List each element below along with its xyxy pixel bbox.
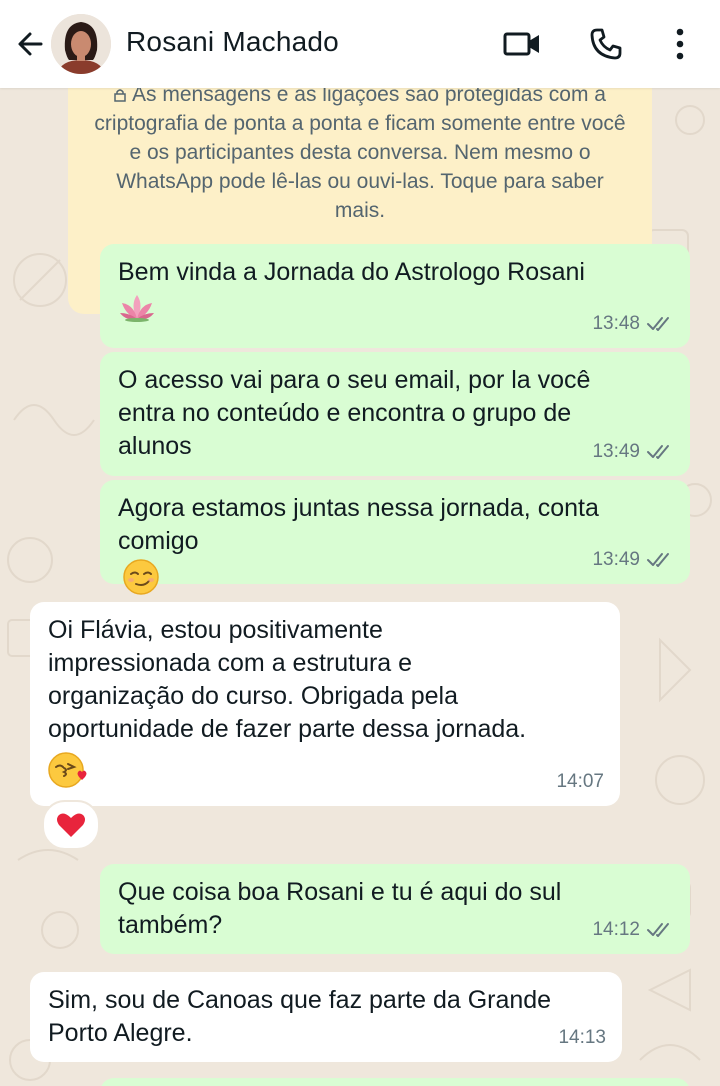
double-check-read-icon — [647, 552, 669, 567]
voice-call-button[interactable] — [584, 22, 628, 66]
message-meta: 13:49 — [592, 435, 674, 468]
message-time: 14:13 — [558, 1027, 606, 1048]
smirking-face-emoji — [123, 559, 159, 595]
lock-icon — [114, 89, 126, 102]
message-text: Bem vinda a Jornada do Astrologo Rosani — [118, 258, 585, 286]
incoming-message[interactable]: Oi Flávia, estou positivamente impressio… — [30, 602, 620, 806]
video-call-button[interactable] — [500, 22, 544, 66]
message-text: Agora estamos juntas nessa jornada, cont… — [118, 494, 599, 555]
message-meta: 14:12 — [592, 913, 674, 946]
chat-area: As mensagens e as ligações são protegida… — [0, 88, 720, 1086]
message-meta: 14:13 — [558, 1021, 606, 1054]
message-time: 14:07 — [556, 771, 604, 792]
more-vert-icon — [676, 28, 684, 60]
message-meta: 13:48 — [592, 307, 674, 340]
outgoing-message[interactable]: Agora estamos juntas nessa jornada, cont… — [100, 480, 690, 595]
message-time: 13:49 — [592, 549, 640, 570]
incoming-message[interactable]: Sim, sou de Canoas que faz parte da Gran… — [30, 972, 622, 1062]
message-text: Oi Flávia, estou positivamente impressio… — [48, 616, 527, 743]
video-camera-icon — [503, 32, 539, 56]
back-button[interactable] — [8, 22, 52, 66]
message-time: 13:49 — [592, 441, 640, 462]
message-time: 13:48 — [592, 313, 640, 334]
encryption-notice-text: As mensagens e as ligações são protegida… — [94, 88, 626, 222]
message-text: Que coisa boa Rosani e tu é aqui do sul … — [118, 878, 562, 939]
chat-header: Rosani Machado — [0, 0, 720, 88]
double-check-read-icon — [647, 922, 669, 937]
message-text: O acesso vai para o seu email, por la vo… — [118, 366, 591, 460]
message-reaction[interactable] — [42, 800, 100, 850]
phone-icon — [590, 28, 622, 60]
outgoing-message-partial[interactable] — [100, 1078, 690, 1086]
arrow-left-icon — [18, 32, 43, 56]
red-heart-icon — [57, 813, 85, 837]
message-text-wrap: Agora estamos juntas nessa jornada, cont… — [118, 492, 672, 597]
outgoing-message[interactable]: Bem vinda a Jornada do Astrologo Rosani … — [100, 244, 690, 348]
face-blowing-kiss-emoji — [48, 750, 602, 790]
contact-name[interactable]: Rosani Machado — [126, 26, 339, 58]
outgoing-message[interactable]: Que coisa boa Rosani e tu é aqui do sul … — [100, 864, 690, 954]
double-check-read-icon — [647, 316, 669, 331]
lotus-emoji — [118, 291, 672, 324]
message-meta: 14:07 — [556, 765, 604, 798]
message-text: Sim, sou de Canoas que faz parte da Gran… — [48, 986, 552, 1047]
double-check-read-icon — [647, 444, 669, 459]
message-time: 14:12 — [592, 919, 640, 940]
menu-button[interactable] — [658, 22, 702, 66]
avatar[interactable] — [51, 14, 111, 74]
outgoing-message[interactable]: O acesso vai para o seu email, por la vo… — [100, 352, 690, 476]
profile-photo — [51, 14, 111, 74]
message-meta: 13:49 — [592, 543, 674, 576]
